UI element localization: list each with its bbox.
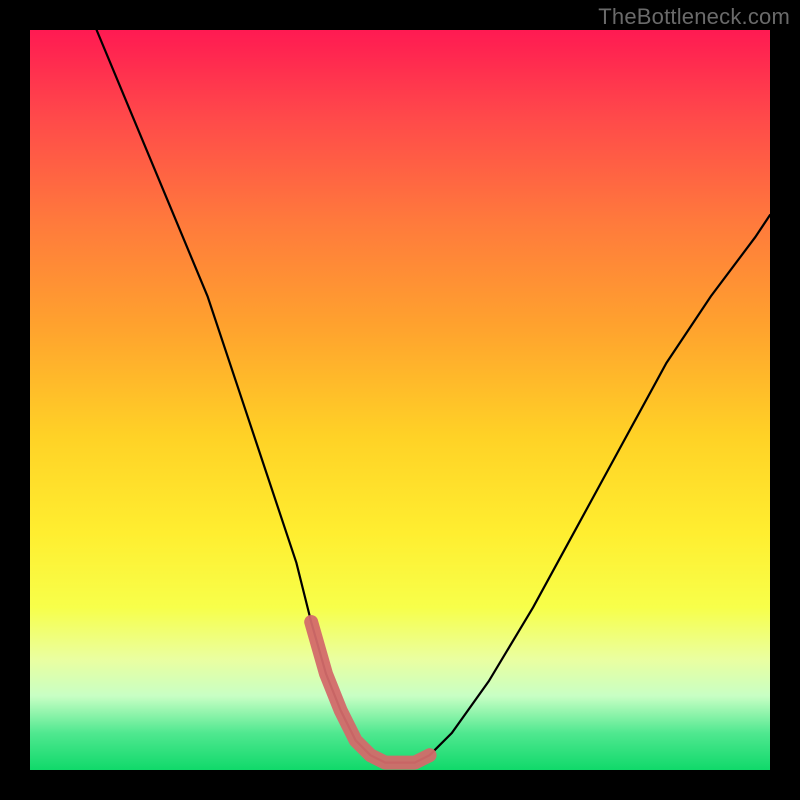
bottleneck-curve bbox=[97, 30, 770, 763]
curve-layer bbox=[30, 30, 770, 770]
watermark-text: TheBottleneck.com bbox=[598, 4, 790, 30]
curve-highlight bbox=[311, 622, 429, 763]
plot-area bbox=[30, 30, 770, 770]
chart-frame: TheBottleneck.com bbox=[0, 0, 800, 800]
